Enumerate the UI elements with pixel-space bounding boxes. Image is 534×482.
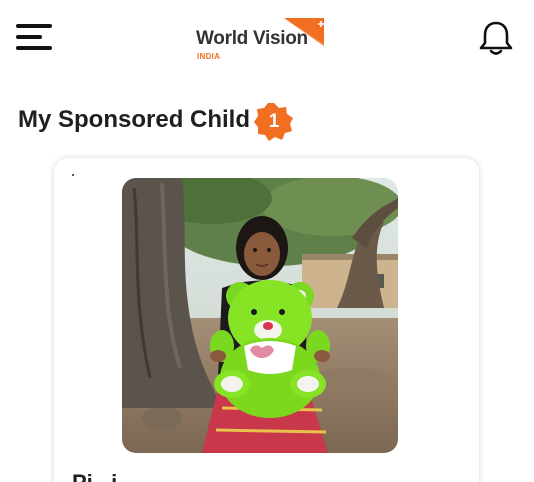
menu-line — [16, 35, 42, 39]
child-name: Pi...i... — [72, 470, 136, 482]
app-header: World Vision INDIA — [0, 0, 534, 80]
notification-bell-icon[interactable] — [476, 18, 516, 58]
badge-count: 1 — [268, 111, 280, 132]
menu-button[interactable] — [16, 22, 54, 54]
logo-mark-icon — [284, 18, 324, 46]
card-dot — [72, 174, 74, 176]
logo-subtitle: INDIA — [197, 52, 221, 61]
menu-line — [16, 46, 52, 50]
child-photo[interactable] — [122, 178, 398, 453]
world-vision-logo: World Vision INDIA — [196, 16, 336, 64]
sponsored-count-badge: 1 — [254, 102, 294, 142]
section-title: My Sponsored Child — [18, 106, 251, 133]
child-photo-illustration — [122, 178, 398, 453]
menu-line — [16, 24, 52, 28]
